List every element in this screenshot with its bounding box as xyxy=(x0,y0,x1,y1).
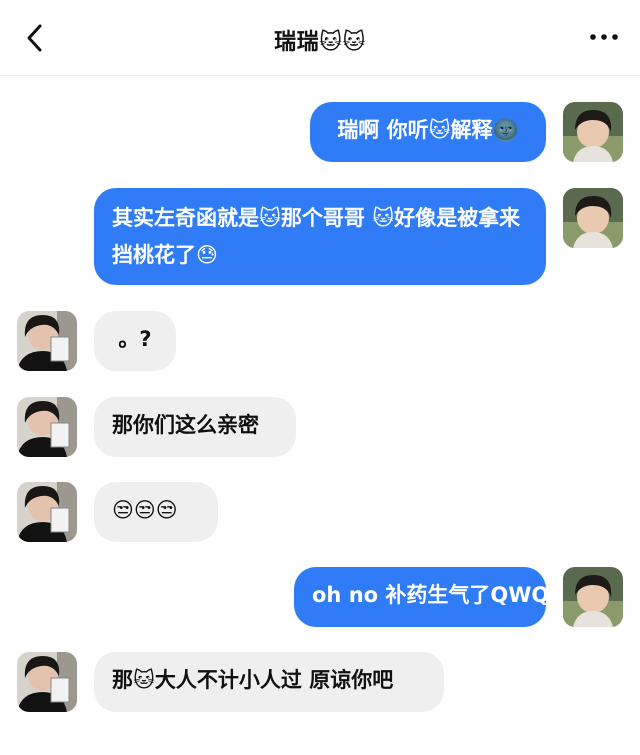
chat-title: 瑞瑞🐱🐱 xyxy=(274,30,366,55)
more-options-icon[interactable] xyxy=(588,30,620,44)
message-row-outgoing: 其实左奇函就是🐱那个哥哥 🐱好像是被拿来挡桃花了😓 xyxy=(0,188,640,285)
message-bubble-outgoing[interactable]: 瑞啊 你听🐱解释🌚 xyxy=(310,102,546,162)
contact-avatar[interactable] xyxy=(17,397,77,457)
message-row-outgoing: 瑞啊 你听🐱解释🌚 xyxy=(0,102,640,162)
message-bubble-outgoing[interactable]: 其实左奇函就是🐱那个哥哥 🐱好像是被拿来挡桃花了😓 xyxy=(94,188,546,285)
message-bubble-outgoing[interactable]: oh no 补药生气了QWQ xyxy=(294,567,549,627)
my-avatar[interactable] xyxy=(563,102,623,162)
message-bubble-incoming[interactable]: 。? xyxy=(94,311,176,371)
message-row-incoming: 那🐱大人不计小人过 原谅你吧 xyxy=(0,652,640,712)
message-bubble-incoming[interactable]: 那🐱大人不计小人过 原谅你吧 xyxy=(94,652,444,712)
contact-avatar[interactable] xyxy=(17,652,77,712)
message-row-incoming: 😒😒😒 xyxy=(0,482,640,542)
message-row-incoming: 那你们这么亲密 xyxy=(0,397,640,457)
contact-avatar[interactable] xyxy=(17,482,77,542)
message-row-incoming: 。? xyxy=(0,311,640,371)
my-avatar[interactable] xyxy=(563,567,623,627)
message-bubble-incoming[interactable]: 那你们这么亲密 xyxy=(94,397,296,457)
my-avatar[interactable] xyxy=(563,188,623,248)
contact-avatar[interactable] xyxy=(17,311,77,371)
chat-header: 瑞瑞🐱🐱 xyxy=(0,0,640,76)
message-bubble-incoming[interactable]: 😒😒😒 xyxy=(94,482,218,542)
message-row-outgoing: oh no 补药生气了QWQ xyxy=(0,567,640,627)
